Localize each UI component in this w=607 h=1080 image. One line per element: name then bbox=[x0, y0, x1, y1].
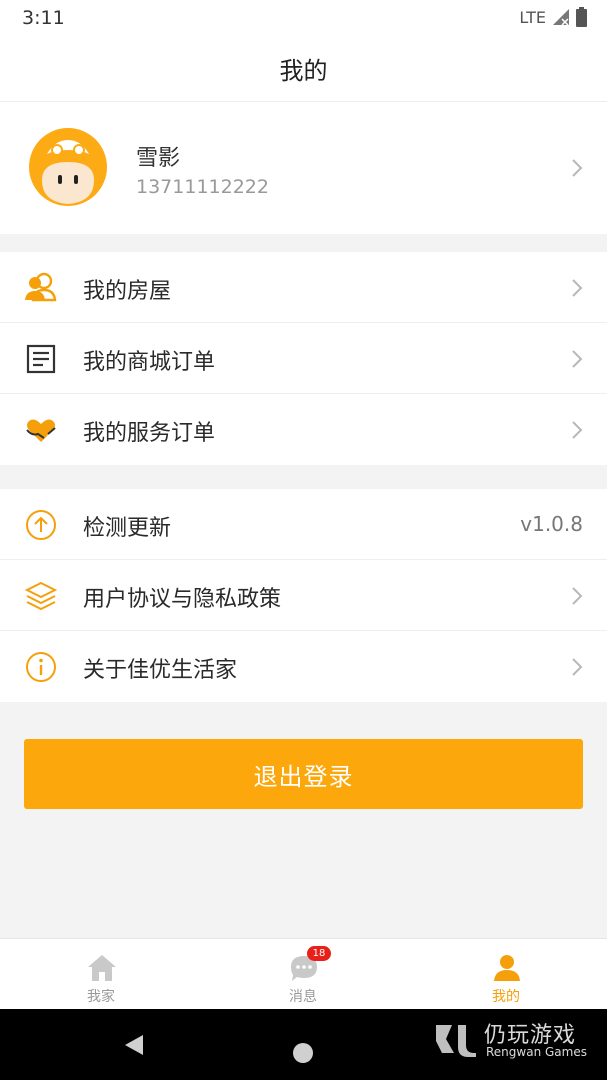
chevron-right-icon bbox=[572, 159, 583, 177]
menu-group-about: 检测更新 v1.0.8 用户协议与隐私政策 关于佳优生活家 bbox=[0, 489, 607, 702]
profile-phone: 13711112222 bbox=[136, 176, 269, 198]
chevron-right-icon bbox=[572, 350, 583, 368]
menu-item-label: 我的服务订单 bbox=[83, 421, 216, 446]
chevron-right-icon bbox=[572, 421, 583, 439]
back-icon[interactable] bbox=[123, 1033, 145, 1057]
menu-item-label: 检测更新 bbox=[83, 516, 172, 541]
battery-icon bbox=[576, 7, 587, 27]
menu-item-label: 我的商城订单 bbox=[83, 350, 216, 375]
unread-badge: 18 bbox=[307, 946, 331, 961]
tab-mine[interactable]: 我的 bbox=[446, 939, 566, 1010]
watermark-subtitle: Rengwan Games bbox=[486, 1045, 587, 1059]
menu-item-my-house[interactable]: 我的房屋 bbox=[0, 252, 607, 323]
status-indicators: LTE bbox=[519, 7, 587, 27]
profile-card[interactable]: 雪影 13711112222 bbox=[0, 102, 607, 234]
home-icon bbox=[88, 955, 116, 981]
avatar bbox=[29, 128, 107, 206]
tab-messages[interactable]: 18 消息 bbox=[243, 939, 363, 1010]
chevron-right-icon bbox=[572, 279, 583, 297]
people-icon bbox=[25, 272, 57, 302]
menu-item-user-agreement[interactable]: 用户协议与隐私政策 bbox=[0, 560, 607, 631]
person-icon bbox=[494, 955, 520, 981]
layers-icon bbox=[24, 581, 58, 611]
menu-item-label: 用户协议与隐私政策 bbox=[83, 587, 282, 612]
profile-name: 雪影 bbox=[136, 146, 181, 171]
chevron-right-icon bbox=[572, 587, 583, 605]
version-value: v1.0.8 bbox=[520, 512, 583, 536]
page-title: 我的 bbox=[279, 57, 328, 85]
watermark-logo-icon bbox=[436, 1025, 476, 1057]
signal-icon bbox=[553, 9, 569, 26]
network-type: LTE bbox=[519, 7, 546, 27]
watermark: 仍玩游戏 Rengwan Games bbox=[432, 1015, 602, 1065]
tab-label: 消息 bbox=[289, 989, 317, 1005]
home-circle-icon[interactable] bbox=[292, 1042, 314, 1064]
menu-item-about[interactable]: 关于佳优生活家 bbox=[0, 631, 607, 702]
info-circle-icon bbox=[26, 652, 56, 682]
status-bar: 3:11 LTE bbox=[0, 0, 607, 36]
arrow-up-circle-icon bbox=[26, 510, 56, 540]
chevron-right-icon bbox=[572, 658, 583, 676]
menu-item-service-orders[interactable]: 我的服务订单 bbox=[0, 394, 607, 465]
menu-item-check-update[interactable]: 检测更新 v1.0.8 bbox=[0, 489, 607, 560]
bottom-tab-bar: 我家 18 消息 我的 bbox=[0, 938, 607, 1009]
document-list-icon bbox=[26, 344, 56, 374]
tab-home[interactable]: 我家 bbox=[41, 939, 161, 1010]
logout-button[interactable]: 退出登录 bbox=[24, 739, 583, 809]
heart-hands-icon bbox=[26, 419, 56, 442]
menu-group-orders: 我的房屋 我的商城订单 我的服务订单 bbox=[0, 252, 607, 465]
status-time: 3:11 bbox=[22, 7, 65, 29]
title-bar: 我的 bbox=[0, 36, 607, 102]
tab-label: 我家 bbox=[87, 989, 115, 1005]
menu-item-mall-orders[interactable]: 我的商城订单 bbox=[0, 323, 607, 394]
menu-item-label: 关于佳优生活家 bbox=[83, 658, 238, 683]
menu-item-label: 我的房屋 bbox=[83, 279, 172, 304]
tab-label: 我的 bbox=[492, 989, 520, 1005]
